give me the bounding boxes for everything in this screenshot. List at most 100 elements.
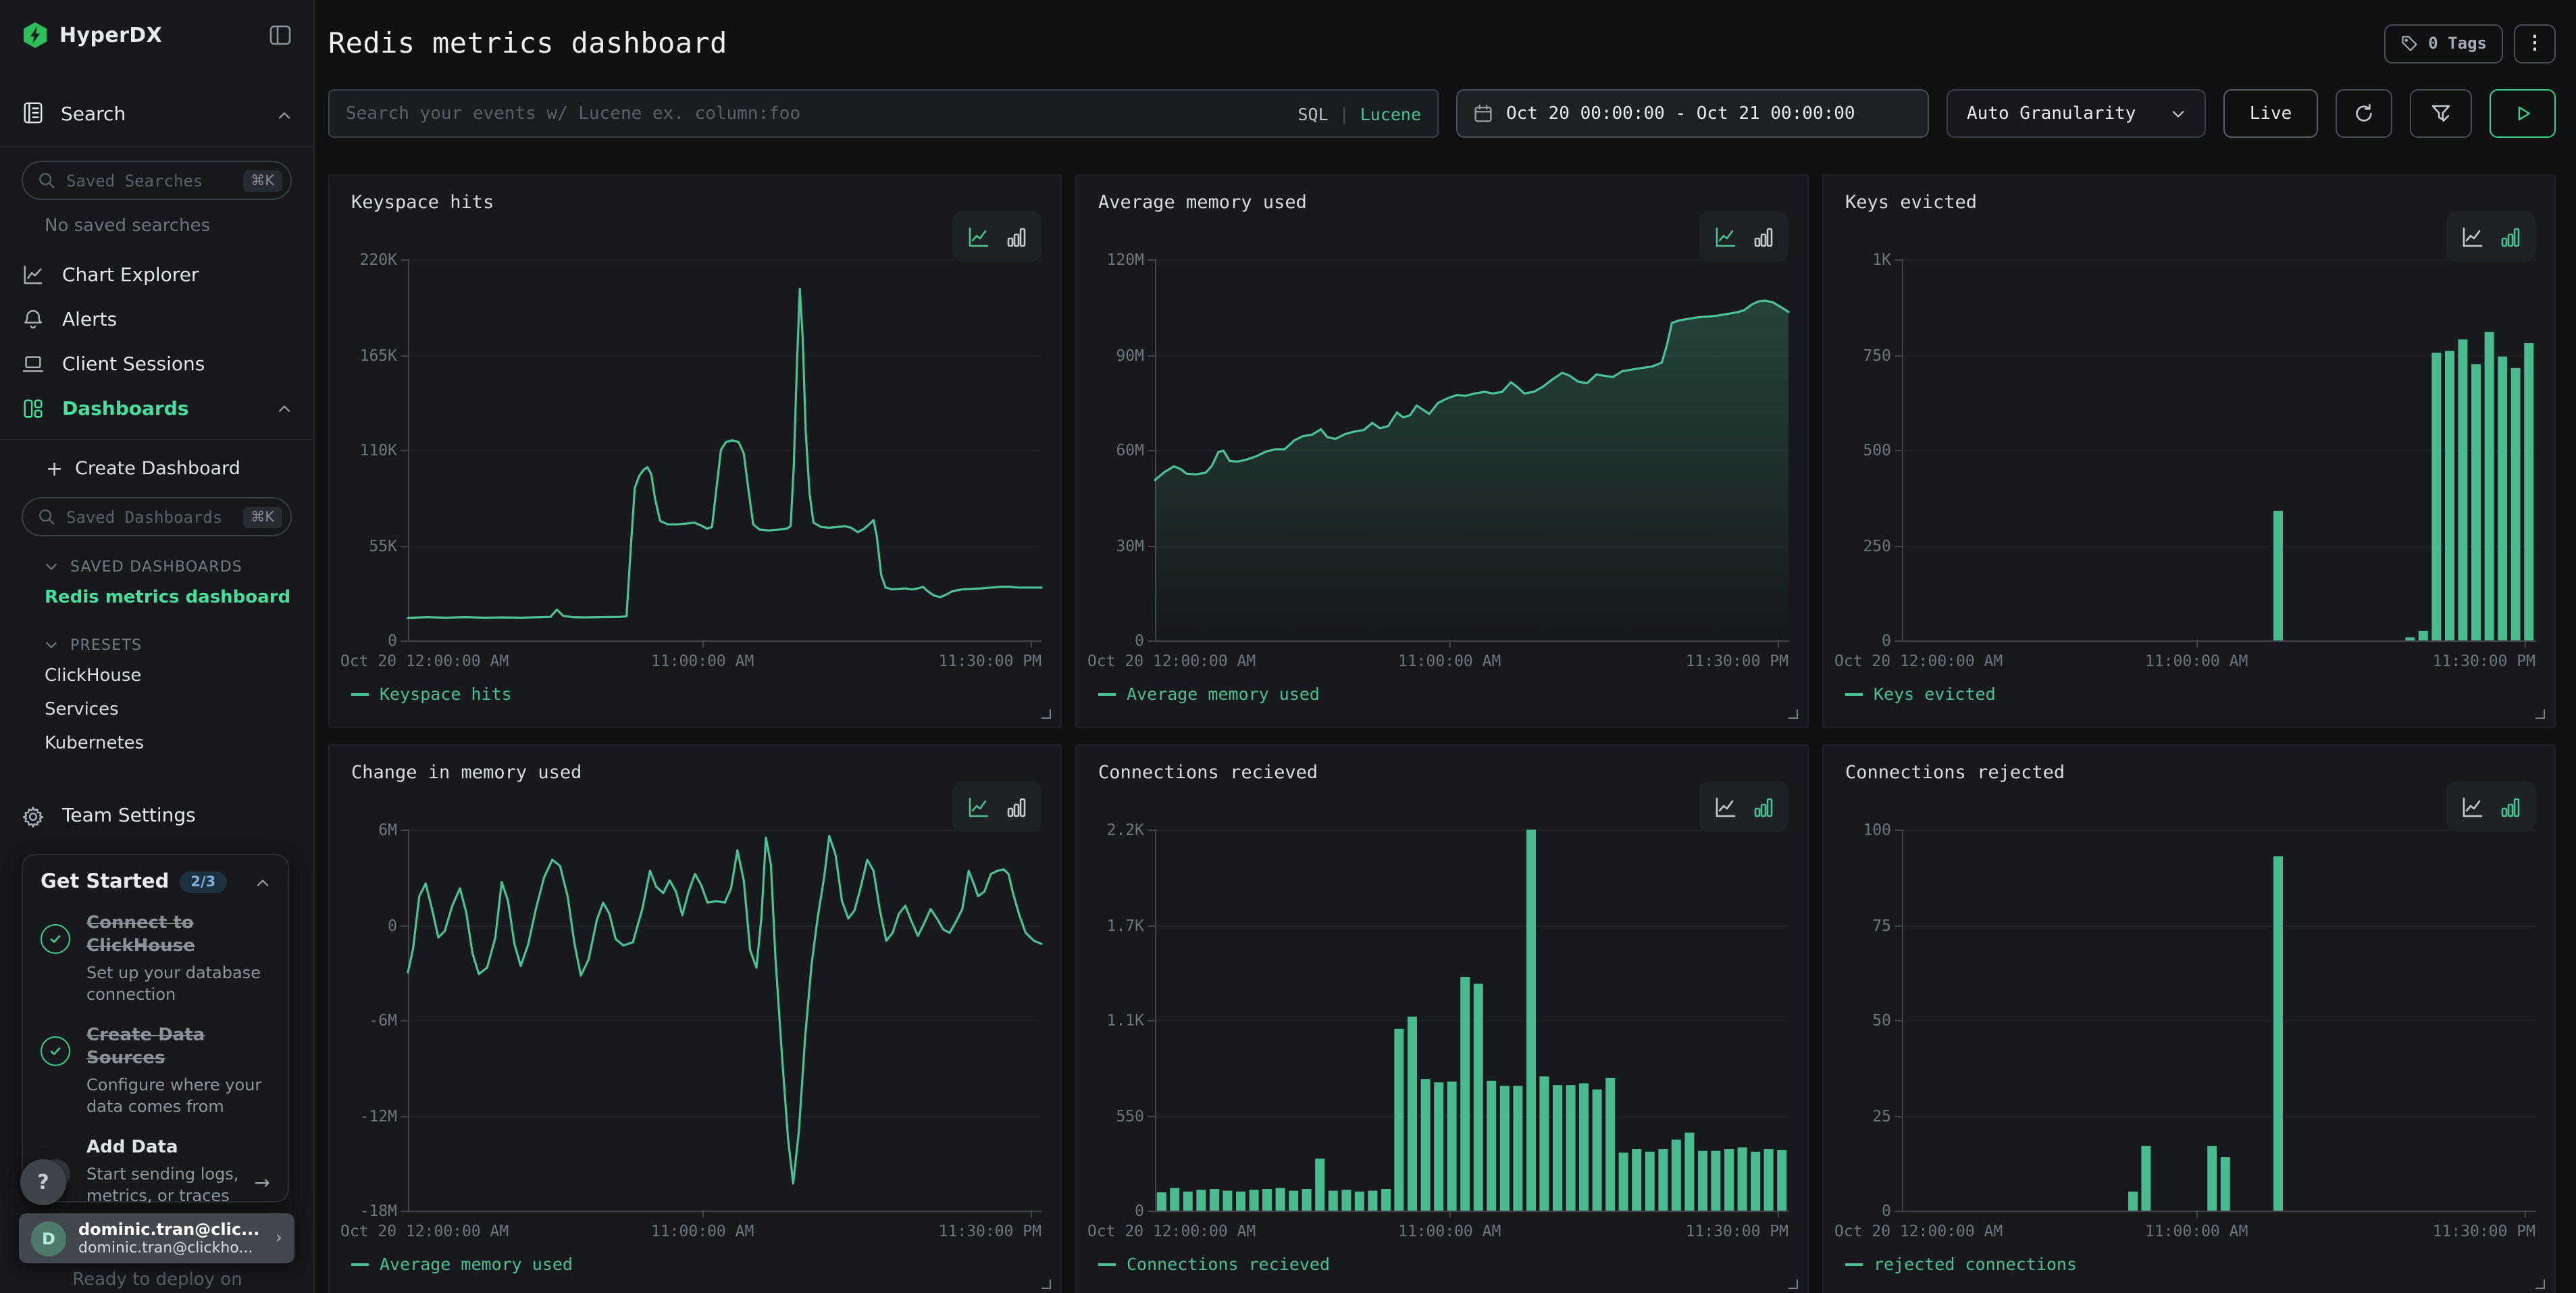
- chart-type-toggle: [2446, 781, 2535, 832]
- sidebar-item-search[interactable]: Search: [0, 92, 313, 138]
- get-started-step[interactable]: Create Data SourcesConfigure where your …: [41, 1025, 270, 1117]
- sidebar-item-client-sessions[interactable]: Client Sessions: [0, 342, 313, 386]
- sidebar-item-preset-kubernetes[interactable]: Kubernetes: [0, 727, 313, 761]
- filter-button[interactable]: [2410, 89, 2472, 138]
- plot-area[interactable]: [1902, 259, 2535, 640]
- y-axis-tick-label: 75: [1824, 915, 1891, 934]
- legend-swatch: [351, 1263, 369, 1265]
- time-range-picker[interactable]: Oct 20 00:00:00 - Oct 21 00:00:00: [1456, 89, 1929, 138]
- line-chart-icon[interactable]: [1714, 795, 1736, 818]
- plot-area[interactable]: [408, 259, 1041, 640]
- y-axis-tick-label: 1.1K: [1077, 1011, 1144, 1030]
- refresh-button[interactable]: [2336, 89, 2392, 138]
- chart-type-toggle: [1699, 781, 1788, 832]
- legend-swatch: [1845, 692, 1863, 695]
- resize-handle[interactable]: [1041, 709, 1051, 719]
- sidebar-item-dashboards[interactable]: Dashboards: [0, 386, 313, 431]
- gear-icon: [22, 805, 46, 828]
- get-started-step[interactable]: 3Add DataStart sending logs, metrics, or…: [41, 1138, 270, 1208]
- bar-chart-icon[interactable]: [1004, 225, 1027, 248]
- x-axis-tick-label: Oct 20 12:00:00 AM: [1834, 1221, 2003, 1240]
- chevron-up-icon[interactable]: [255, 878, 270, 887]
- step-description: Start sending logs, metrics, or traces: [86, 1163, 270, 1207]
- get-started-step[interactable]: Connect to ClickHouseSet up your databas…: [41, 913, 270, 1005]
- bar-chart-icon[interactable]: [1751, 795, 1774, 818]
- help-button[interactable]: ?: [20, 1159, 66, 1205]
- x-axis-tick-label: 11:30:00 PM: [1686, 651, 1788, 670]
- resize-handle[interactable]: [1788, 709, 1798, 719]
- saved-dashboards-input[interactable]: Saved Dashboards ⌘K: [22, 497, 292, 536]
- chevron-down-icon: [2171, 109, 2186, 118]
- chart-title: Average memory used: [1098, 192, 1307, 213]
- saved-dashboards-section-header[interactable]: SAVED DASHBOARDS: [0, 536, 313, 581]
- chart-legend: Connections recieved: [1098, 1254, 1330, 1274]
- chevron-down-icon: [45, 562, 58, 572]
- lucene-mode-toggle[interactable]: Lucene: [1360, 103, 1421, 124]
- check-circle-icon: [41, 924, 70, 954]
- y-axis-tick-label: -6M: [330, 1011, 397, 1030]
- sidebar: HyperDX Search Saved Searches ⌘K No save…: [0, 0, 315, 1293]
- resize-handle[interactable]: [2535, 709, 2545, 719]
- line-chart-icon[interactable]: [1714, 225, 1736, 248]
- calendar-icon: [1474, 104, 1493, 123]
- saved-searches-input[interactable]: Saved Searches ⌘K: [22, 161, 292, 200]
- play-button[interactable]: [2490, 89, 2556, 138]
- bar-chart-icon[interactable]: [2498, 225, 2521, 248]
- resize-handle[interactable]: [2535, 1279, 2545, 1289]
- create-dashboard-button[interactable]: + Create Dashboard: [0, 440, 313, 484]
- sidebar-item-preset-services[interactable]: Services: [0, 693, 313, 727]
- x-axis-tick-label: 11:30:00 PM: [2433, 1221, 2535, 1240]
- sidebar-item-preset-clickhouse[interactable]: ClickHouse: [0, 659, 313, 693]
- y-axis-tick-label: -18M: [330, 1201, 397, 1220]
- live-button[interactable]: Live: [2223, 89, 2318, 138]
- chart-type-toggle: [2446, 211, 2535, 262]
- tag-icon: [2400, 34, 2419, 53]
- y-axis-tick-label: 55K: [330, 536, 397, 555]
- user-menu[interactable]: D dominic.tran@clic... dominic.tran@clic…: [19, 1213, 294, 1263]
- brand-name: HyperDX: [59, 23, 162, 47]
- plot-area[interactable]: [1155, 830, 1788, 1211]
- plot-area[interactable]: [1155, 259, 1788, 640]
- plot-area[interactable]: [1902, 830, 2535, 1211]
- x-axis-tick-label: 11:30:00 PM: [939, 1221, 1041, 1240]
- x-axis-tick-label: Oct 20 12:00:00 AM: [1087, 651, 1256, 670]
- tags-button[interactable]: 0 Tags: [2384, 24, 2503, 63]
- sql-mode-toggle[interactable]: SQL: [1297, 103, 1328, 124]
- kbd-shortcut: ⌘K: [242, 506, 282, 528]
- y-axis-tick-label: 1K: [1824, 250, 1891, 269]
- bar-chart-icon[interactable]: [1004, 795, 1027, 818]
- granularity-select[interactable]: Auto Granularity: [1947, 89, 2206, 138]
- avatar: D: [31, 1221, 66, 1256]
- bar-chart-icon[interactable]: [2498, 795, 2521, 818]
- sidebar-item-team-settings[interactable]: Team Settings: [0, 793, 313, 839]
- resize-handle[interactable]: [1788, 1279, 1798, 1289]
- sidebar-item-chart-explorer[interactable]: Chart Explorer: [0, 253, 313, 297]
- sidebar-item-redis-metrics-dashboard[interactable]: Redis metrics dashboard: [0, 581, 313, 615]
- chart-line-icon: [22, 263, 46, 286]
- plot-area[interactable]: [408, 830, 1041, 1211]
- step-title: Create Data Sources: [86, 1025, 270, 1071]
- resize-handle[interactable]: [1041, 1279, 1051, 1289]
- progress-badge: 2/3: [180, 871, 226, 893]
- chart-title: Connections rejected: [1845, 762, 2065, 784]
- line-chart-icon[interactable]: [967, 225, 989, 248]
- presets-section-header[interactable]: PRESETS: [0, 615, 313, 659]
- more-menu-button[interactable]: ⋮: [2514, 24, 2556, 63]
- charts-grid: Keyspace hitsKeyspace hits220K165K110K55…: [328, 174, 2556, 1293]
- collapse-sidebar-button[interactable]: [269, 24, 292, 46]
- y-axis-tick-label: 100: [1824, 820, 1891, 839]
- chevron-right-icon: ›: [276, 1228, 282, 1248]
- search-section-icon: [22, 101, 45, 129]
- sidebar-item-alerts[interactable]: Alerts: [0, 297, 313, 342]
- line-chart-icon[interactable]: [2461, 795, 2483, 818]
- legend-swatch: [1098, 1263, 1116, 1265]
- line-chart-icon[interactable]: [967, 795, 989, 818]
- event-search-input[interactable]: Search your events w/ Lucene ex. column:…: [328, 89, 1439, 138]
- chart-type-toggle: [952, 211, 1041, 262]
- bar-chart-icon[interactable]: [1751, 225, 1774, 248]
- line-chart-icon[interactable]: [2461, 225, 2483, 248]
- y-axis-tick-label: 165K: [330, 345, 397, 364]
- y-axis-tick-label: 550: [1077, 1106, 1144, 1125]
- page-title: Redis metrics dashboard: [328, 27, 727, 59]
- sidebar-nav: Chart ExplorerAlertsClient SessionsDashb…: [0, 253, 313, 431]
